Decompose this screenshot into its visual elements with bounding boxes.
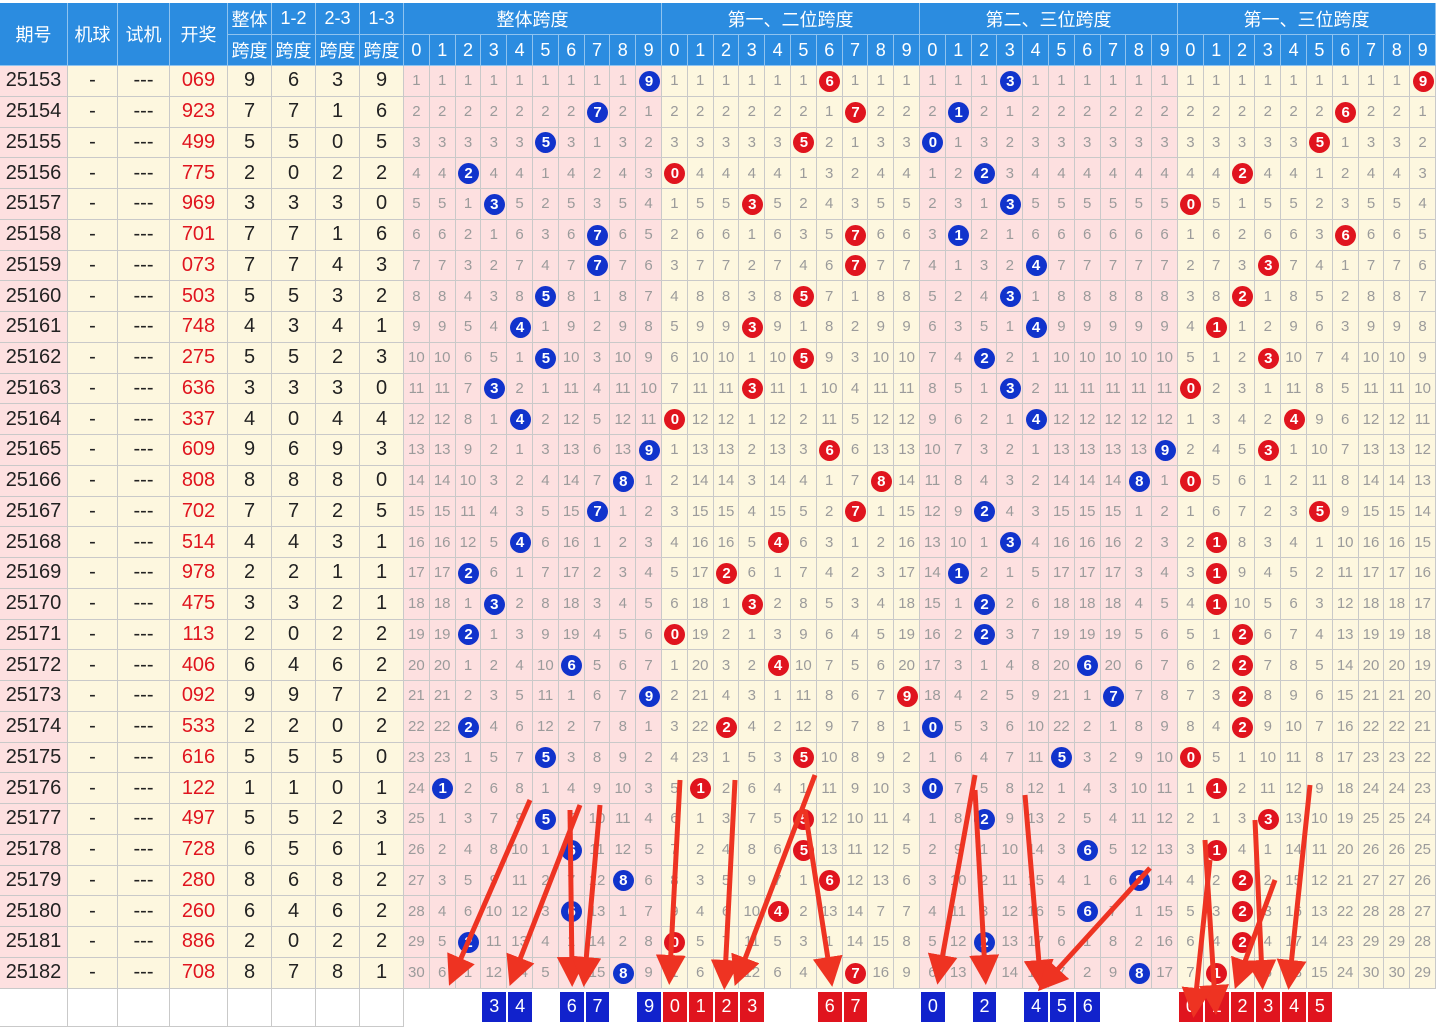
annotation-arrow [731, 774, 818, 987]
annotation-arrow [1276, 784, 1313, 990]
annotation-arrow [927, 774, 978, 985]
annotation-arrow [1037, 866, 1152, 992]
annotation-arrow [802, 809, 843, 987]
annotation-arrow [1181, 859, 1213, 1018]
annotation-arrow [1246, 819, 1277, 990]
annotation-arrow [710, 779, 741, 990]
span-trend-chart: 期号 机球 试机 开奖 整体 跨度 1-2 跨度 2-3 跨度 1-3 跨度 整体跨度 0 1 2 3 4 5 6 7 8… [0, 0, 1440, 1027]
annotation-arrow [655, 779, 686, 985]
annotation-arrow [969, 789, 1000, 985]
annotation-arrow [447, 799, 533, 986]
annotation-arrow [1022, 794, 1054, 990]
annotation-arrows [447, 774, 1313, 1018]
annotation-arrow [571, 804, 603, 987]
annotation-arrow [556, 809, 587, 987]
